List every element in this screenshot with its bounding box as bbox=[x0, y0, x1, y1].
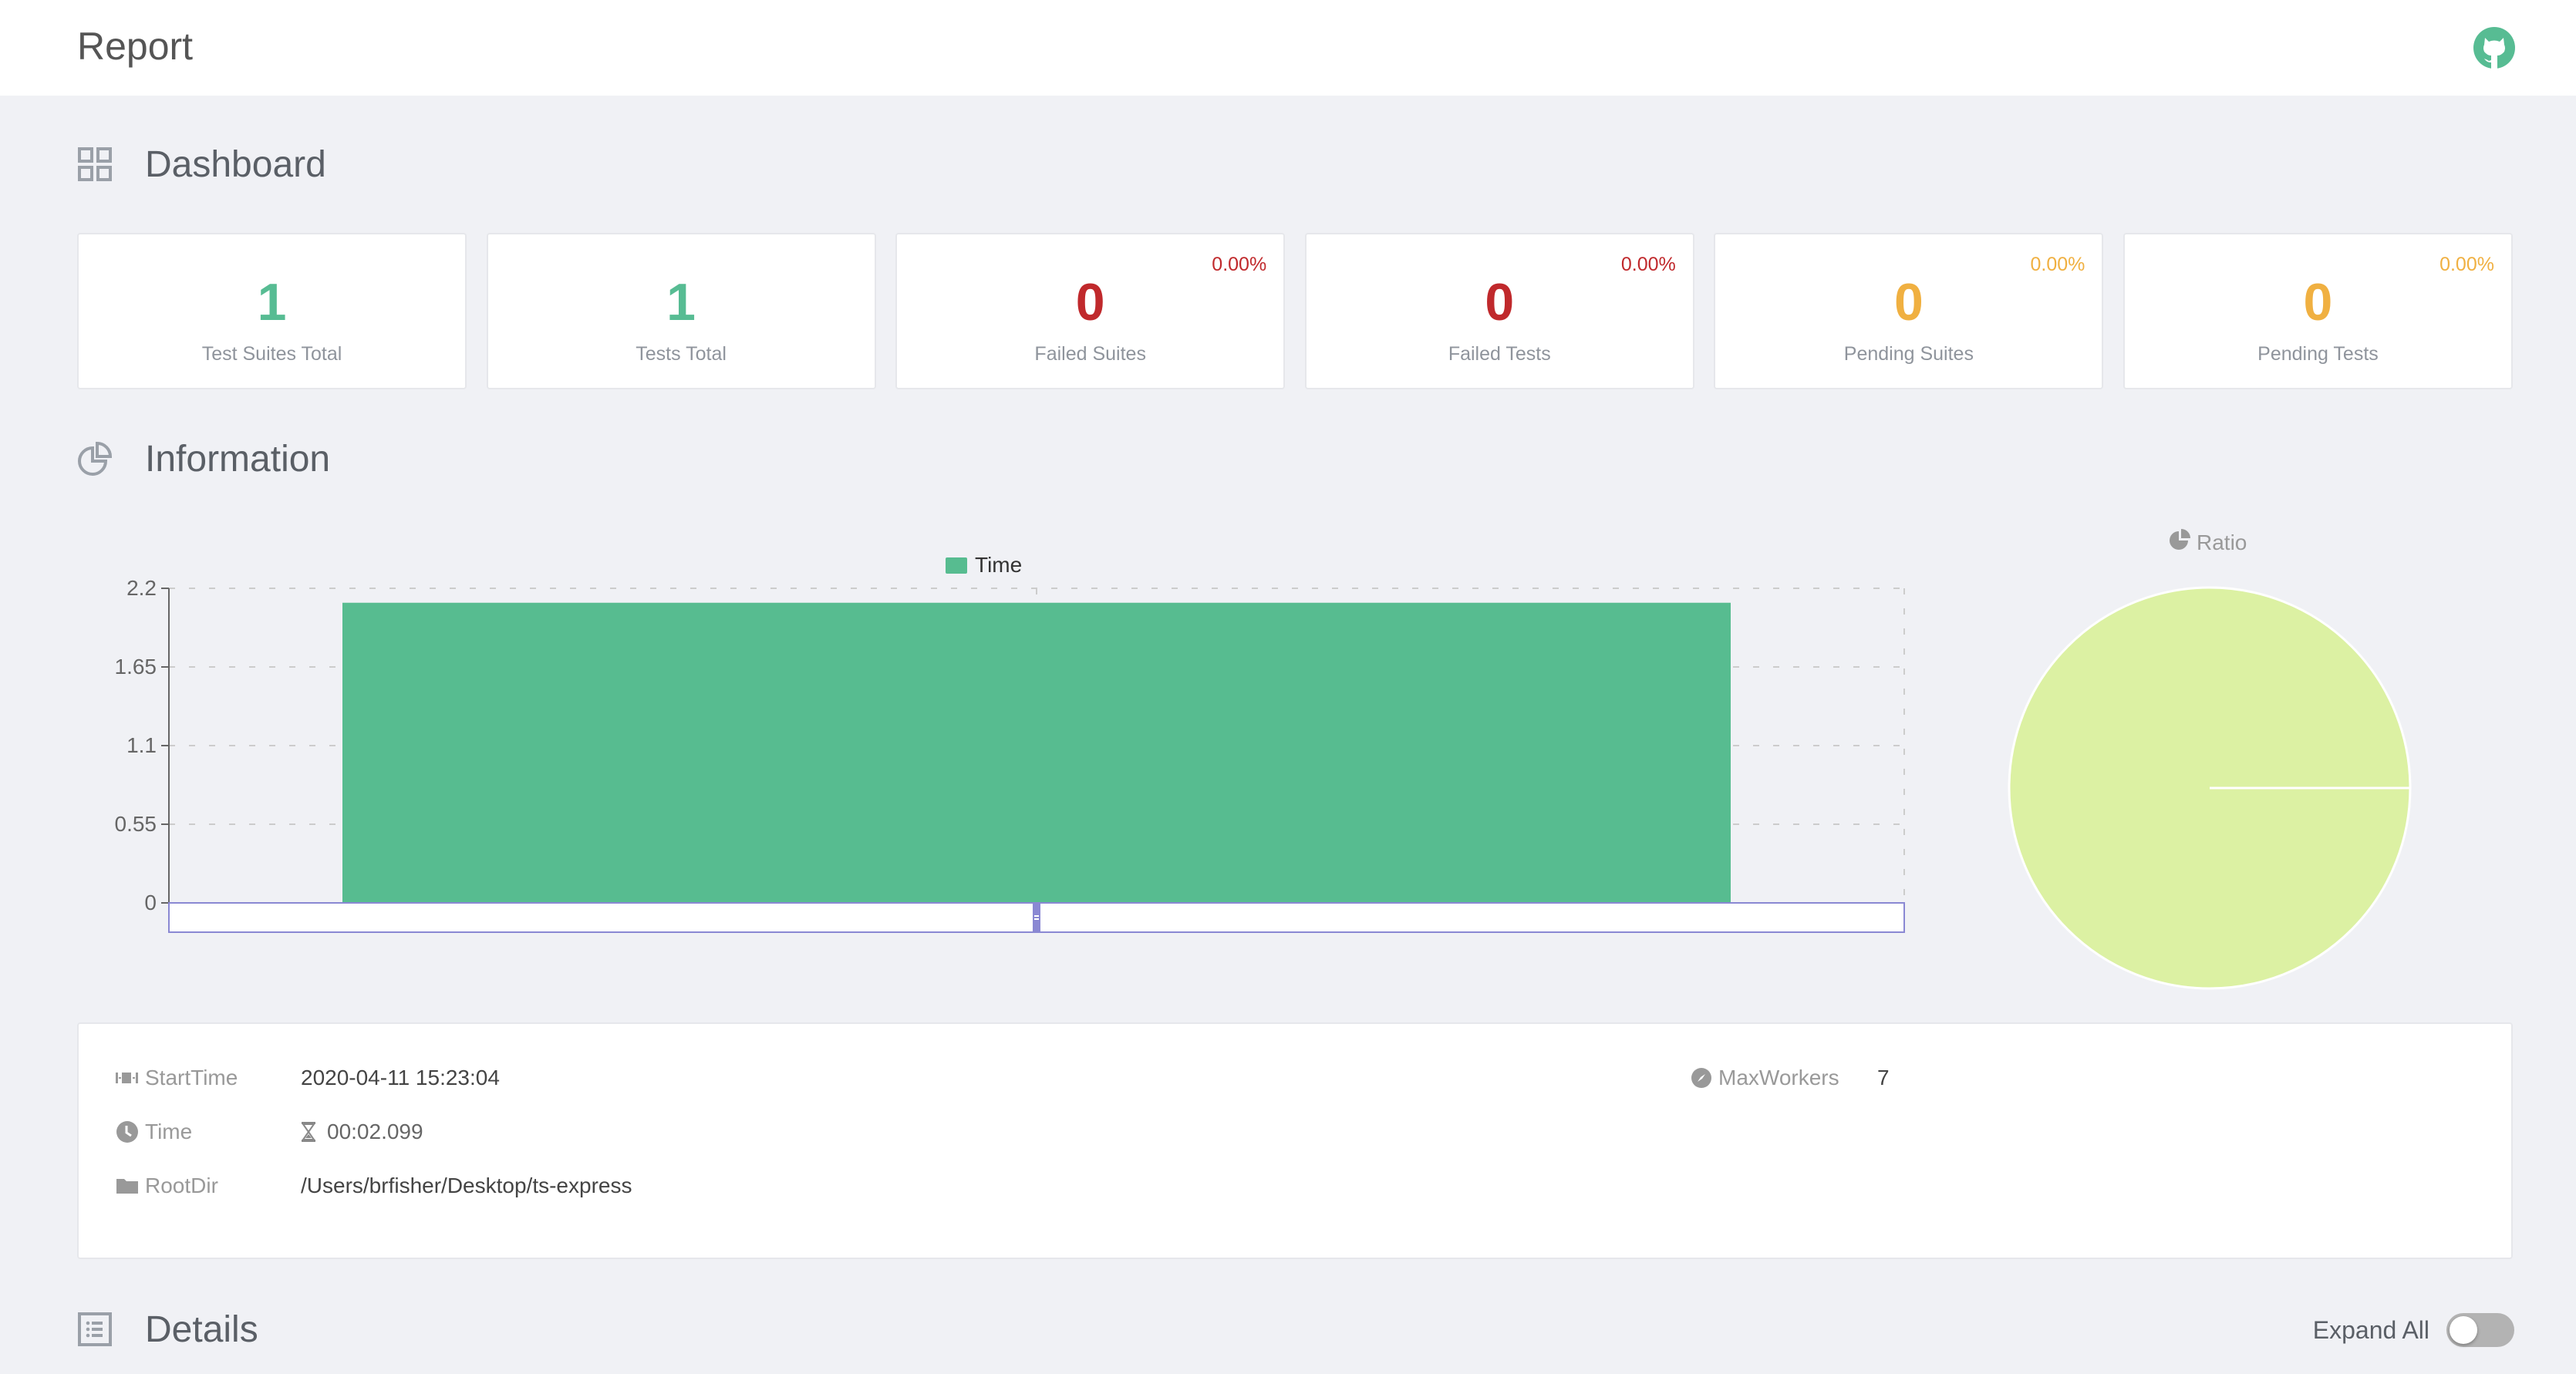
starttime-label-text: StartTime bbox=[145, 1066, 238, 1090]
maxworkers-value: 7 bbox=[1877, 1066, 1890, 1090]
slider-grip bbox=[1034, 918, 1039, 920]
ratio-pie-chart: Ratio bbox=[1974, 493, 2514, 1002]
time-label-text: Time bbox=[145, 1120, 192, 1144]
card-label: Failed Tests bbox=[1307, 343, 1693, 365]
legend-label: Time bbox=[975, 553, 1022, 577]
header: Report bbox=[0, 0, 2576, 96]
card-value: 0 bbox=[897, 271, 1283, 333]
info-row-maxworkers: MaxWorkers 7 bbox=[1691, 1062, 1839, 1093]
information-title: Information bbox=[145, 438, 330, 480]
y-tick-label: 0 bbox=[144, 891, 157, 914]
card-value: 0 bbox=[1715, 271, 2102, 333]
barcode-icon bbox=[116, 1071, 139, 1085]
starttime-value: 2020-04-11 15:23:04 bbox=[301, 1066, 500, 1090]
pie-title-text: Ratio bbox=[2197, 530, 2247, 554]
stat-cards: 1 Test Suites Total 1 Tests Total 0.00% … bbox=[77, 233, 2513, 389]
maxworkers-label-text: MaxWorkers bbox=[1718, 1066, 1839, 1090]
card-value: 0 bbox=[1307, 271, 1693, 333]
y-tick-label: 0.55 bbox=[115, 812, 157, 836]
expand-all-toggle[interactable] bbox=[2446, 1313, 2514, 1347]
chart-bars bbox=[342, 603, 1731, 903]
card-test-suites-total: 1 Test Suites Total bbox=[77, 233, 467, 389]
time-label: Time bbox=[116, 1120, 192, 1144]
card-pending-tests: 0.00% 0 Pending Tests bbox=[2123, 233, 2513, 389]
expand-all-control: Expand All bbox=[2313, 1311, 2514, 1349]
y-tick-label: 2.2 bbox=[126, 576, 157, 600]
card-label: Test Suites Total bbox=[79, 343, 465, 365]
card-label: Failed Suites bbox=[897, 343, 1283, 365]
github-icon[interactable] bbox=[2473, 26, 2516, 69]
info-row-time: Time 00:02.099 bbox=[116, 1116, 192, 1147]
card-failed-tests: 0.00% 0 Failed Tests bbox=[1305, 233, 1694, 389]
card-tests-total: 1 Tests Total bbox=[487, 233, 876, 389]
rootdir-label-text: RootDir bbox=[145, 1174, 218, 1198]
chart-legend[interactable]: Time bbox=[946, 553, 1022, 577]
page-title: Report bbox=[77, 22, 193, 71]
pie-chart-icon bbox=[77, 441, 113, 477]
y-axis: 0 0.55 1.1 1.65 2.2 bbox=[115, 576, 170, 914]
details-title: Details bbox=[145, 1308, 258, 1351]
dashboard-heading: Dashboard bbox=[77, 137, 326, 191]
bar[interactable] bbox=[342, 603, 1731, 903]
info-panel: StartTime 2020-04-11 15:23:04 Time 00:02… bbox=[77, 1022, 2513, 1259]
rootdir-label: RootDir bbox=[116, 1174, 218, 1198]
pie-slices bbox=[2009, 588, 2410, 988]
rootdir-value: /Users/brfisher/Desktop/ts-express bbox=[301, 1174, 632, 1198]
card-failed-suites: 0.00% 0 Failed Suites bbox=[895, 233, 1285, 389]
card-label: Pending Suites bbox=[1715, 343, 2102, 365]
expand-all-label: Expand All bbox=[2313, 1316, 2429, 1345]
grid-icon bbox=[77, 146, 113, 182]
compass-icon bbox=[1691, 1067, 1712, 1089]
starttime-label: StartTime bbox=[116, 1066, 238, 1090]
time-bar-chart: 0 0.55 1.1 1.65 2.2 Time bbox=[0, 493, 1974, 987]
clock-icon bbox=[116, 1120, 139, 1143]
info-row-rootdir: RootDir /Users/brfisher/Desktop/ts-expre… bbox=[116, 1170, 218, 1201]
maxworkers-label: MaxWorkers bbox=[1691, 1066, 1839, 1090]
info-row-starttime: StartTime 2020-04-11 15:23:04 bbox=[116, 1062, 238, 1093]
folder-icon bbox=[116, 1177, 139, 1195]
toggle-knob[interactable] bbox=[2450, 1316, 2477, 1344]
card-value: 1 bbox=[488, 271, 875, 333]
card-pending-suites: 0.00% 0 Pending Suites bbox=[1714, 233, 2103, 389]
y-tick-label: 1.65 bbox=[115, 655, 157, 679]
card-label: Tests Total bbox=[488, 343, 875, 365]
time-value: 00:02.099 bbox=[301, 1120, 423, 1144]
card-value: 1 bbox=[79, 271, 465, 333]
list-icon bbox=[77, 1312, 113, 1347]
pie-title-icon bbox=[2170, 529, 2190, 550]
card-value: 0 bbox=[2125, 271, 2511, 333]
dashboard-title: Dashboard bbox=[145, 143, 326, 186]
slider-grip bbox=[1034, 915, 1039, 917]
hourglass-icon bbox=[301, 1121, 316, 1143]
slider-handle[interactable] bbox=[1033, 903, 1040, 932]
information-heading: Information bbox=[77, 432, 330, 486]
legend-swatch bbox=[946, 557, 967, 574]
card-label: Pending Tests bbox=[2125, 343, 2511, 365]
details-heading: Details bbox=[77, 1302, 258, 1356]
pie-title: Ratio bbox=[2170, 529, 2247, 554]
y-tick-label: 1.1 bbox=[126, 733, 157, 757]
time-value-text: 00:02.099 bbox=[327, 1120, 423, 1144]
data-zoom-slider[interactable] bbox=[169, 903, 1904, 932]
